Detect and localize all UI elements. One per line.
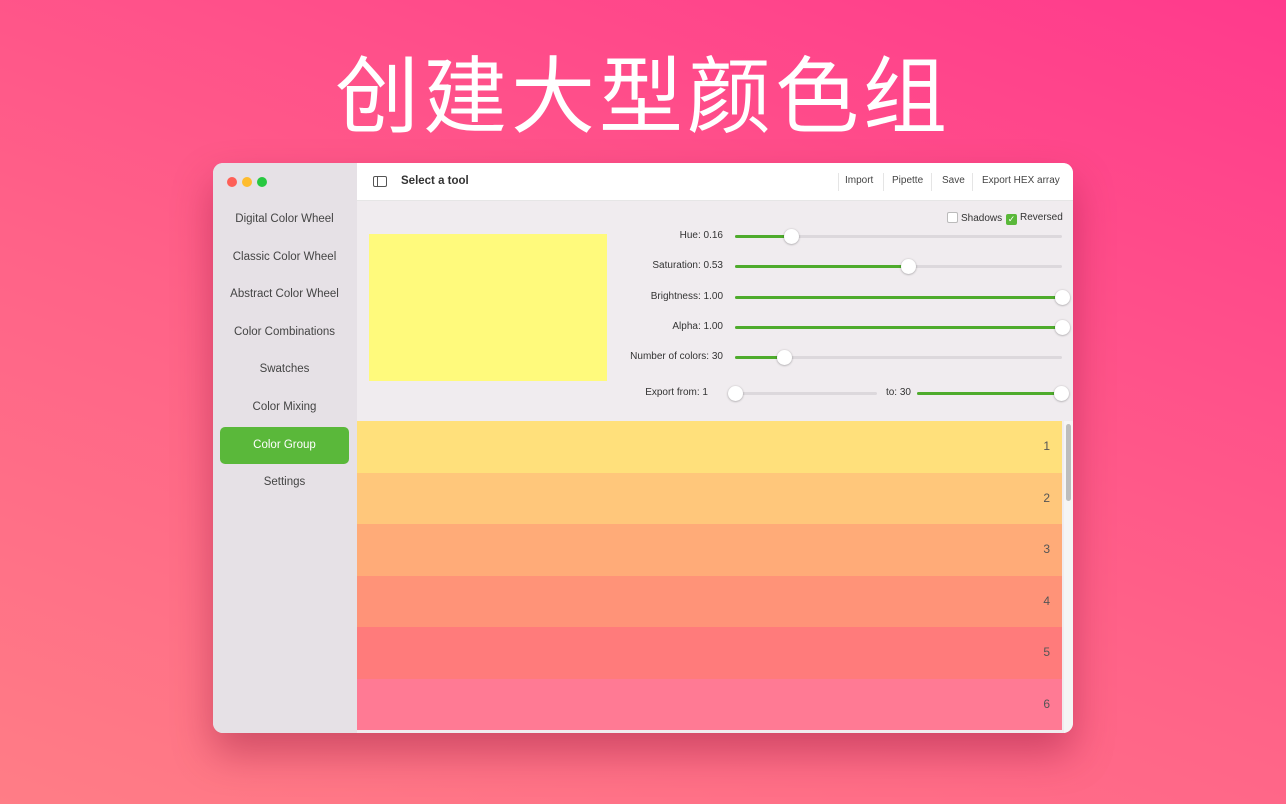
slider-fill <box>735 265 909 269</box>
color-row[interactable]: 2 <box>357 472 1062 524</box>
sidebar-item-digital-color-wheel[interactable]: Digital Color Wheel <box>220 201 349 238</box>
save-button[interactable]: Save <box>942 175 965 186</box>
slider[interactable] <box>735 259 1062 275</box>
slider-label: Number of colors: 30 <box>630 351 723 363</box>
sidebar-item-swatches[interactable]: Swatches <box>220 351 349 388</box>
scrollbar[interactable] <box>1064 421 1073 733</box>
sidebar-toggle-icon[interactable] <box>373 176 387 187</box>
row-number: 1 <box>1043 439 1050 453</box>
slider-fill <box>735 295 1062 299</box>
color-row[interactable]: 6 <box>357 678 1062 730</box>
sidebar-item-color-mixing[interactable]: Color Mixing <box>220 389 349 426</box>
export-to-label: to: 30 <box>885 387 911 398</box>
sidebar-item-abstract-color-wheel[interactable]: Abstract Color Wheel <box>220 276 349 313</box>
slider[interactable] <box>735 289 1070 305</box>
slider-label: Alpha: 1.00 <box>672 320 723 332</box>
sidebar-item-settings[interactable]: Settings <box>220 464 349 501</box>
color-row[interactable]: 4 <box>357 575 1062 627</box>
sidebar-item-classic-color-wheel[interactable]: Classic Color Wheel <box>220 239 349 276</box>
close-button[interactable] <box>227 177 237 187</box>
row-number: 4 <box>1043 593 1050 608</box>
row-number: 5 <box>1043 645 1050 659</box>
export-hex-button[interactable]: Export HEX array <box>982 175 1060 186</box>
headline: 创建大型颜色组 <box>334 48 951 146</box>
color-row[interactable]: 5 <box>357 627 1062 679</box>
slider-thumb[interactable] <box>783 229 799 244</box>
slider-thumb[interactable] <box>1055 319 1070 335</box>
sidebar: Digital Color Wheel Classic Color Wheel Ab… <box>213 163 357 733</box>
slider-thumb[interactable] <box>1055 289 1070 305</box>
reversed-checkbox[interactable]: ✓ Reversed <box>1006 212 1063 225</box>
minimize-button[interactable] <box>242 177 252 187</box>
import-button[interactable]: Import <box>845 175 873 186</box>
color-group-list: 1 2 3 4 5 6 <box>357 421 1062 733</box>
slider[interactable] <box>735 350 1062 366</box>
row-number: 3 <box>1043 542 1050 556</box>
app-window: Digital Color Wheel Classic Color Wheel Ab… <box>213 163 1073 733</box>
slider[interactable] <box>735 229 1062 244</box>
shadows-checkbox[interactable]: Shadows <box>947 212 1002 224</box>
zoom-button[interactable] <box>257 177 267 187</box>
slider-thumb[interactable] <box>777 350 793 366</box>
row-number: 6 <box>1043 696 1050 711</box>
sidebar-item-color-group[interactable]: Color Group <box>220 426 349 464</box>
export-to-slider[interactable] <box>917 386 1069 401</box>
checkbox-icon[interactable]: ✓ <box>1006 214 1017 225</box>
slider-label: Hue: 0.16 <box>679 230 723 241</box>
slider-thumb[interactable] <box>901 259 917 275</box>
slider-label: Saturation: 0.53 <box>652 260 723 272</box>
slider-fill <box>735 235 791 238</box>
checkbox-icon[interactable] <box>947 212 958 223</box>
color-preview <box>369 234 607 381</box>
export-from-label: Export from: 1 <box>645 387 708 398</box>
color-row[interactable]: 1 <box>357 421 1062 473</box>
color-row[interactable]: 3 <box>357 524 1062 576</box>
page-title: Select a tool <box>401 175 469 187</box>
row-number: 2 <box>1043 490 1050 505</box>
toolbar: Select a tool Import Pipette Save Export… <box>357 163 1073 201</box>
slider-fill <box>735 325 1062 329</box>
sidebar-item-color-combinations[interactable]: Color Combinations <box>220 314 349 351</box>
slider-label: Brightness: 1.00 <box>650 290 723 302</box>
slider[interactable] <box>735 319 1070 335</box>
pipette-button[interactable]: Pipette <box>892 175 923 186</box>
